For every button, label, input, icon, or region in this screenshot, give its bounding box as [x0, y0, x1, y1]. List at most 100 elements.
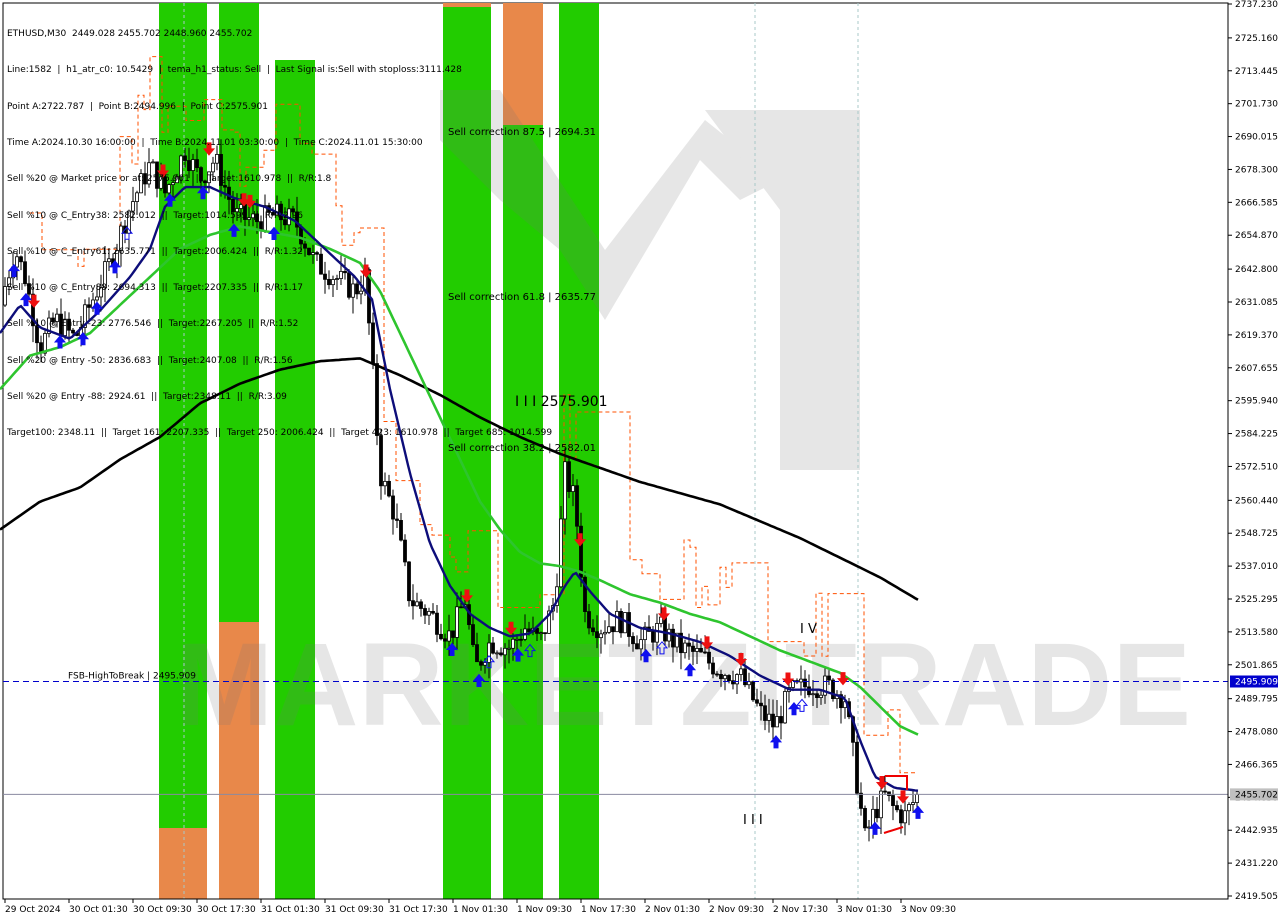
- price-tick-label: 2466.365: [1235, 760, 1278, 770]
- candle-body: [19, 256, 23, 263]
- candle-body: [55, 313, 59, 323]
- candle-body: [335, 278, 339, 280]
- candle-body: [595, 631, 599, 639]
- candle-body: [371, 322, 375, 364]
- candle-body: [239, 204, 243, 209]
- candle-body: [311, 252, 315, 255]
- candle-body: [59, 313, 63, 336]
- candle-body: [391, 495, 395, 520]
- candle-body: [691, 645, 695, 652]
- candle-body: [439, 633, 443, 640]
- candle-body: [639, 639, 643, 650]
- candle-body: [855, 741, 859, 794]
- time-tick-label: 3 Nov 01:30: [837, 905, 892, 915]
- candle-body: [443, 638, 447, 642]
- price-tick-label: 2678.300: [1235, 165, 1278, 175]
- candle-body: [271, 212, 275, 216]
- candle-body: [519, 638, 523, 641]
- candle-body: [655, 623, 659, 643]
- time-tick-label: 3 Nov 09:30: [901, 905, 956, 915]
- candle-body: [307, 247, 311, 255]
- candle-body: [119, 225, 123, 251]
- watermark-text: MARKETZITRADE: [175, 619, 1191, 751]
- candle-body: [63, 318, 67, 336]
- fsb-price-tag-text: 2495.909: [1235, 677, 1278, 687]
- candle-body: [779, 716, 783, 724]
- candle-body: [139, 173, 143, 194]
- candle-body: [599, 633, 603, 639]
- candle-body: [379, 435, 383, 487]
- candle-body: [331, 279, 335, 286]
- price-tick-label: 2737.230: [1235, 0, 1278, 10]
- wave-iii-label: I I I: [743, 813, 763, 828]
- price-tick-label: 2619.370: [1235, 331, 1278, 341]
- candle-body: [567, 461, 571, 492]
- candle-body: [219, 154, 223, 186]
- candle-body: [471, 624, 475, 646]
- price-tick-label: 2489.795: [1235, 695, 1278, 705]
- price-tick-label: 2701.730: [1235, 100, 1278, 110]
- candle-body: [151, 161, 155, 164]
- candle-body: [187, 160, 191, 171]
- candle-body: [811, 693, 815, 696]
- candle-body: [279, 203, 283, 221]
- candle-body: [183, 155, 187, 161]
- candle-body: [291, 208, 295, 213]
- candle-body: [911, 802, 915, 805]
- candle-body: [171, 182, 175, 186]
- candle-body: [359, 290, 363, 295]
- price-tick-label: 2548.725: [1235, 529, 1278, 539]
- candle-body: [403, 539, 407, 563]
- time-tick-label: 2 Nov 17:30: [773, 905, 828, 915]
- candle-body: [671, 628, 675, 648]
- candle-body: [263, 205, 267, 231]
- time-tick-label: 30 Oct 09:30: [133, 905, 192, 915]
- candle-body: [143, 173, 147, 185]
- candle-body: [699, 647, 703, 653]
- candle-body: [303, 243, 307, 249]
- candle-body: [603, 631, 607, 635]
- candle-body: [635, 643, 639, 650]
- candle-body: [875, 808, 879, 819]
- time-tick-label: 29 Oct 2024: [5, 905, 61, 915]
- candle-body: [211, 162, 215, 173]
- candle-body: [715, 673, 719, 676]
- price-tick-label: 2666.585: [1235, 198, 1278, 208]
- session-band-3-0: [443, 3, 491, 7]
- time-tick-label: 1 Nov 09:30: [517, 905, 572, 915]
- candle-body: [447, 630, 451, 642]
- sell-correction-382-label: Sell correction 38.2 | 2582.01: [448, 443, 596, 454]
- candle-body: [195, 159, 199, 169]
- price-tick-label: 2607.655: [1235, 364, 1278, 374]
- candle-body: [399, 520, 403, 541]
- candle-body: [203, 180, 207, 184]
- candle-body: [815, 693, 819, 698]
- candle-body: [71, 329, 75, 334]
- candle-body: [915, 793, 919, 803]
- price-tick-label: 2654.870: [1235, 231, 1278, 241]
- candle-body: [479, 661, 483, 666]
- price-tick-label: 2690.015: [1235, 133, 1278, 143]
- candle-body: [507, 647, 511, 650]
- candle-body: [431, 611, 435, 614]
- candle-body: [231, 199, 235, 213]
- candle-body: [511, 638, 515, 649]
- candle-body: [503, 647, 507, 656]
- candle-body: [859, 792, 863, 809]
- price-tick-label: 2513.580: [1235, 628, 1278, 638]
- price-tick-label: 2537.010: [1235, 562, 1278, 572]
- candle-body: [67, 318, 71, 331]
- candle-body: [607, 626, 611, 633]
- candle-body: [251, 213, 255, 219]
- candle-body: [283, 219, 287, 226]
- price-chart[interactable]: MARKETZITRADE Sell correction 87.5 | 269…: [0, 0, 1280, 920]
- candle-body: [451, 630, 455, 638]
- candle-body: [387, 480, 391, 497]
- candle-body: [743, 668, 747, 686]
- candle-body: [319, 253, 323, 275]
- candle-body: [475, 644, 479, 663]
- candle-body: [751, 681, 755, 701]
- candle-body: [747, 681, 751, 686]
- candle-body: [895, 805, 899, 811]
- time-tick-label: 2 Nov 09:30: [709, 905, 764, 915]
